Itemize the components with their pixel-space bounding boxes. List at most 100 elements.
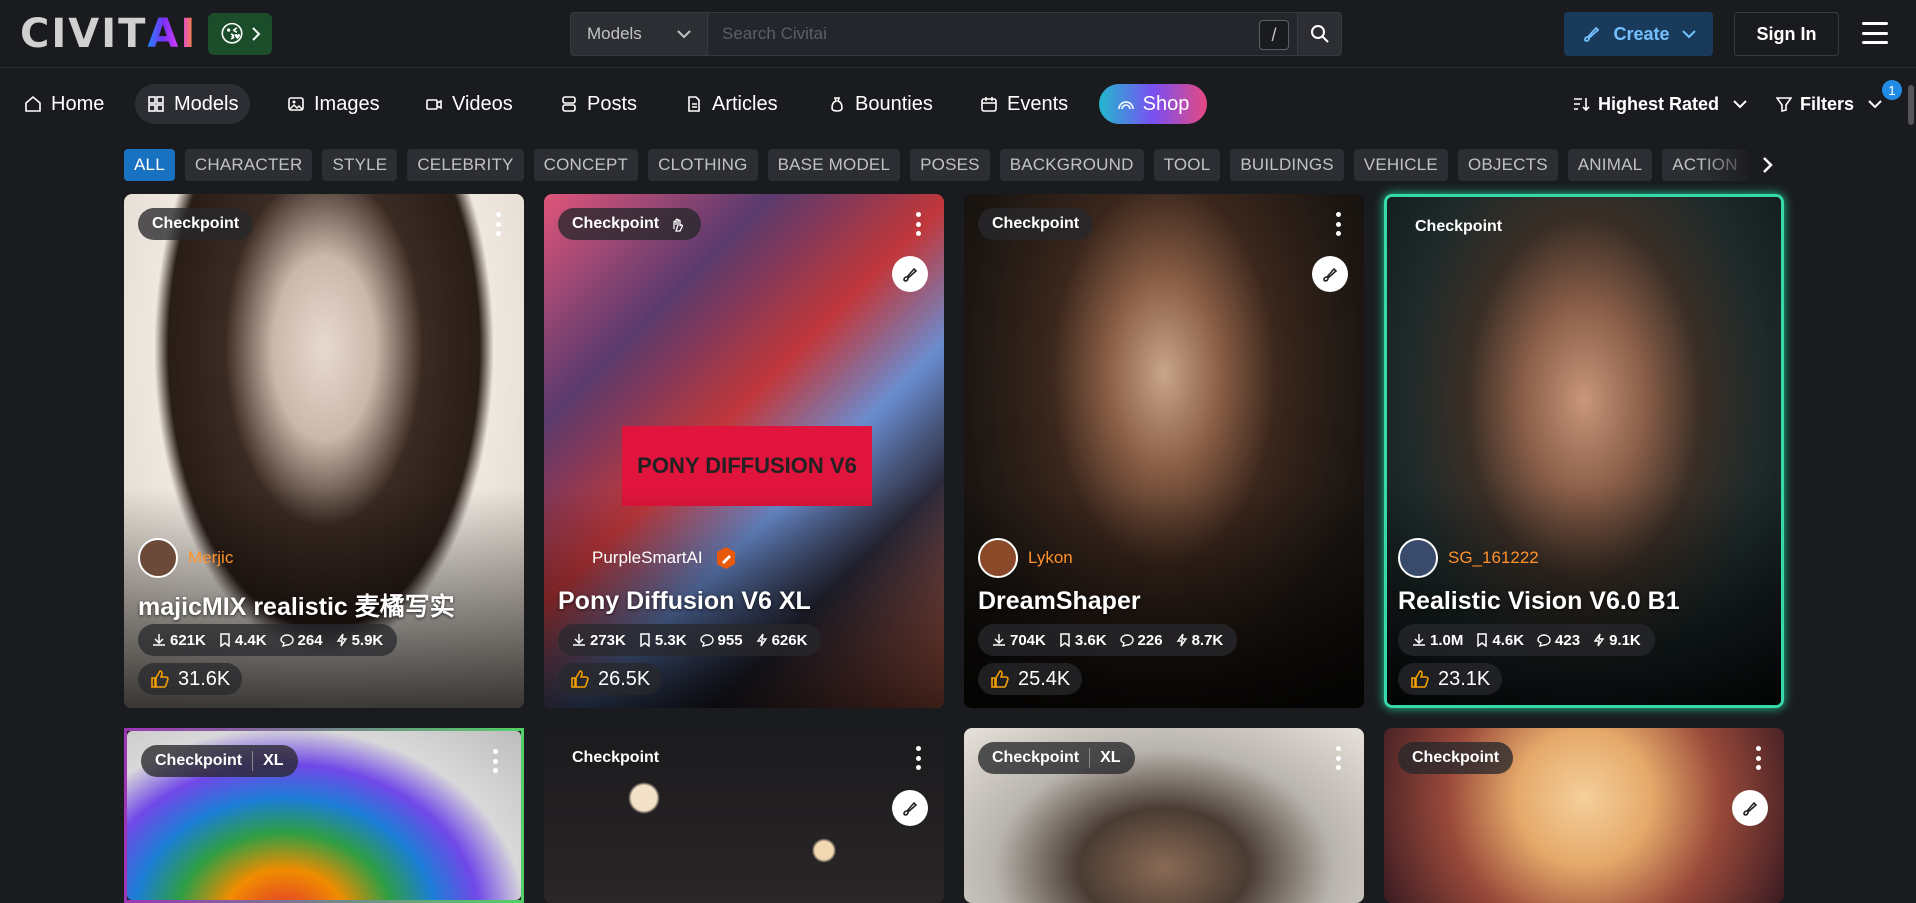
nav-item-videos[interactable]: Videos — [413, 84, 525, 124]
more-options-icon[interactable] — [1756, 746, 1762, 770]
civitai-logo[interactable]: CIVIT AI — [20, 11, 197, 57]
thumbs-up-icon — [991, 670, 1009, 688]
nav-item-posts[interactable]: Posts — [548, 84, 649, 124]
filters-label: Filters — [1800, 93, 1855, 114]
bolt-icon — [756, 633, 767, 647]
creator-name: SG_161222 — [1448, 548, 1539, 567]
model-card[interactable]: Checkpoint Merjic majicMIX realistic 麦橘写… — [124, 194, 524, 708]
sign-in-button[interactable]: Sign In — [1734, 12, 1839, 56]
image-icon — [288, 97, 304, 111]
category-chip[interactable]: ALL — [124, 149, 175, 181]
chevron-down-icon — [1733, 100, 1747, 109]
bolt-icon — [336, 633, 347, 647]
model-card[interactable]: Checkpoint — [544, 728, 944, 903]
download-count: 704K — [1010, 631, 1046, 649]
category-chip[interactable]: BUILDINGS — [1230, 149, 1344, 181]
nav-label: Models — [174, 92, 239, 115]
creator-link[interactable]: SG_161222 — [1398, 538, 1539, 578]
page-scrollbar[interactable] — [1908, 85, 1914, 125]
category-chip[interactable]: CONCEPT — [533, 149, 639, 181]
category-chip[interactable]: VEHICLE — [1353, 149, 1448, 181]
search-input[interactable]: Search Civitai / — [708, 12, 1298, 56]
like-count: 26.5K — [598, 667, 651, 690]
category-chip[interactable]: BACKGROUND — [999, 149, 1144, 181]
video-icon — [426, 99, 442, 110]
chevron-down-icon — [677, 30, 691, 39]
calendar-icon — [981, 97, 997, 112]
more-options-icon[interactable] — [496, 212, 502, 236]
nav-item-events[interactable]: Events — [968, 84, 1080, 124]
sort-dropdown[interactable]: Highest Rated — [1572, 84, 1747, 124]
filter-icon — [1776, 97, 1792, 112]
nav-item-bounties[interactable]: Bounties — [816, 84, 945, 124]
category-chip[interactable]: POSES — [910, 149, 990, 181]
emoji-menu-button[interactable]: 😘 — [208, 13, 272, 55]
bookmark-icon — [1060, 633, 1070, 647]
home-icon — [25, 95, 41, 112]
like-count: 25.4K — [1018, 667, 1071, 690]
model-card[interactable]: Checkpoint Lykon DreamShaper 704K 3.6K 2… — [964, 194, 1364, 708]
model-type-badge: Checkpoint — [1401, 211, 1516, 243]
nav-item-models[interactable]: Models — [135, 84, 251, 124]
chevron-down-icon — [1868, 100, 1882, 109]
search-category-select[interactable]: Models — [570, 12, 708, 56]
model-card[interactable]: Checkpoint XL — [964, 728, 1364, 903]
model-card[interactable]: PONY DIFFUSION V6 Checkpoint PurpleSmart… — [544, 194, 944, 708]
buzz-count: 8.7K — [1191, 631, 1224, 649]
nav-item-images[interactable]: Images — [275, 84, 392, 124]
more-options-icon[interactable] — [1336, 212, 1342, 236]
sort-label: Highest Rated — [1598, 93, 1720, 114]
download-icon — [573, 634, 585, 646]
category-chip[interactable]: CLOTHING — [648, 149, 758, 181]
hamburger-menu-icon[interactable] — [1862, 22, 1888, 44]
more-options-icon[interactable] — [493, 749, 499, 773]
creator-link[interactable]: PurpleSmartAI — [558, 538, 739, 578]
more-options-icon[interactable] — [1336, 746, 1342, 770]
bolt-icon — [1593, 633, 1605, 647]
brush-icon[interactable] — [892, 256, 928, 292]
search-button[interactable] — [1298, 12, 1342, 56]
more-options-icon[interactable] — [916, 746, 922, 770]
nav-label: Events — [1007, 92, 1069, 115]
comment-count: 423 — [1555, 631, 1581, 649]
creator-link[interactable]: Lykon — [978, 538, 1073, 578]
brush-icon[interactable] — [1732, 790, 1768, 826]
category-chip[interactable]: ANIMAL — [1567, 149, 1653, 181]
thumbs-up-icon — [151, 670, 169, 688]
model-type-badge: Checkpoint XL — [141, 745, 298, 777]
brush-icon[interactable] — [1312, 256, 1348, 292]
shop-button[interactable]: Shop — [1099, 84, 1207, 124]
model-title: Pony Diffusion V6 XL — [558, 587, 811, 615]
brush-icon[interactable] — [892, 790, 928, 826]
model-title: majicMIX realistic 麦橘写实 — [138, 593, 455, 621]
model-card[interactable]: Checkpoint — [1384, 728, 1784, 903]
category-chip[interactable]: TOOL — [1153, 149, 1221, 181]
category-chip[interactable]: CELEBRITY — [407, 149, 524, 181]
model-type-badge: Checkpoint — [978, 208, 1094, 240]
model-type-badge: Checkpoint — [1398, 742, 1514, 774]
model-card[interactable]: Checkpoint XL — [124, 728, 524, 903]
nav-item-articles[interactable]: Articles — [673, 84, 790, 124]
category-scroll-right-button[interactable] — [1752, 149, 1784, 181]
save-count: 4.6K — [1492, 631, 1525, 649]
category-chip[interactable]: STYLE — [322, 149, 398, 181]
more-options-icon[interactable] — [916, 212, 922, 236]
like-count: 31.6K — [178, 667, 231, 690]
category-chip[interactable]: BASE MODEL — [767, 149, 901, 181]
like-count-badge: 26.5K — [558, 663, 663, 695]
model-type-label: Checkpoint — [155, 752, 243, 769]
model-card[interactable]: Checkpoint SG_161222 Realistic Vision V6… — [1384, 194, 1784, 708]
comment-count: 955 — [717, 631, 743, 649]
sign-in-label: Sign In — [1756, 23, 1817, 44]
thumbs-up-icon — [571, 670, 589, 688]
save-count: 5.3K — [654, 631, 687, 649]
filters-button[interactable]: Filters — [1776, 84, 1882, 124]
category-chip[interactable]: CHARACTER — [184, 149, 313, 181]
create-button[interactable]: Create — [1564, 12, 1713, 56]
like-count-badge: 23.1K — [1398, 663, 1503, 695]
creator-link[interactable]: Merjic — [138, 538, 233, 578]
nav-label: Posts — [587, 92, 638, 115]
category-chip[interactable]: OBJECTS — [1457, 149, 1558, 181]
avatar — [1398, 538, 1438, 578]
nav-item-home[interactable]: Home — [12, 84, 116, 124]
